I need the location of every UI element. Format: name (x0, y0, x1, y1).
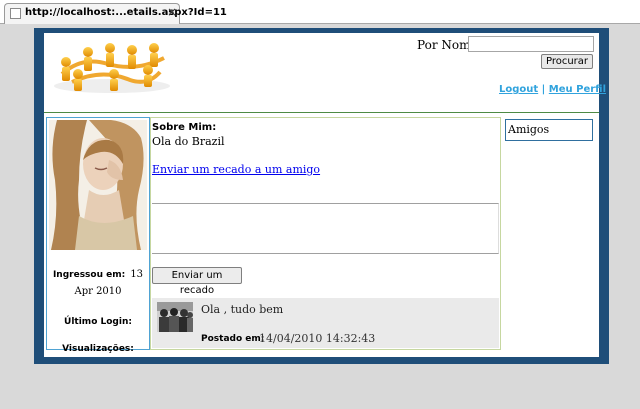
logout-link[interactable]: Logout (499, 84, 538, 95)
group-photo[interactable] (157, 302, 193, 332)
about-text: Ola do Brazil (152, 135, 225, 148)
views-label: Visualizações: (62, 344, 134, 354)
about-heading: Sobre Mim: (152, 122, 217, 133)
posted-date: 14/04/2010 14:32:43 (259, 332, 376, 345)
message-input[interactable] (152, 203, 499, 254)
people-network-logo[interactable] (52, 38, 174, 94)
last-login-info: Último Login: (49, 309, 147, 328)
scrap-text: Ola , tudo bem (201, 303, 284, 316)
friends-title: Amigos (508, 123, 550, 136)
search-button[interactable]: Procurar (541, 54, 593, 69)
views-info: Visualizações: (49, 336, 147, 355)
joined-info: Ingressou em: 13 Apr 2010 (49, 265, 147, 299)
tab-title: http://localhost:...etails.aspx?Id=11 (25, 7, 227, 18)
send-scrap-to-friend-link[interactable]: Enviar um recado a um amigo (152, 163, 320, 176)
header-divider (44, 112, 599, 113)
send-scrap-button[interactable]: Enviar um recado (152, 267, 242, 296)
search-input[interactable] (468, 36, 594, 52)
browser-tab-bar: http://localhost:...etails.aspx?Id=11 × (0, 0, 640, 24)
last-login-label: Último Login: (64, 317, 132, 327)
my-profile-link[interactable]: Meu Perfil (549, 84, 606, 95)
header-links: Logout | Meu Perfil (499, 84, 606, 95)
close-icon[interactable]: × (167, 5, 177, 19)
page-icon (10, 8, 21, 19)
posted-label: Postado em: (201, 334, 265, 344)
browser-tab[interactable]: http://localhost:...etails.aspx?Id=11 × (4, 3, 227, 24)
user-photo (49, 120, 147, 250)
joined-label: Ingressou em: (52, 270, 126, 280)
link-separator: | (541, 84, 546, 95)
